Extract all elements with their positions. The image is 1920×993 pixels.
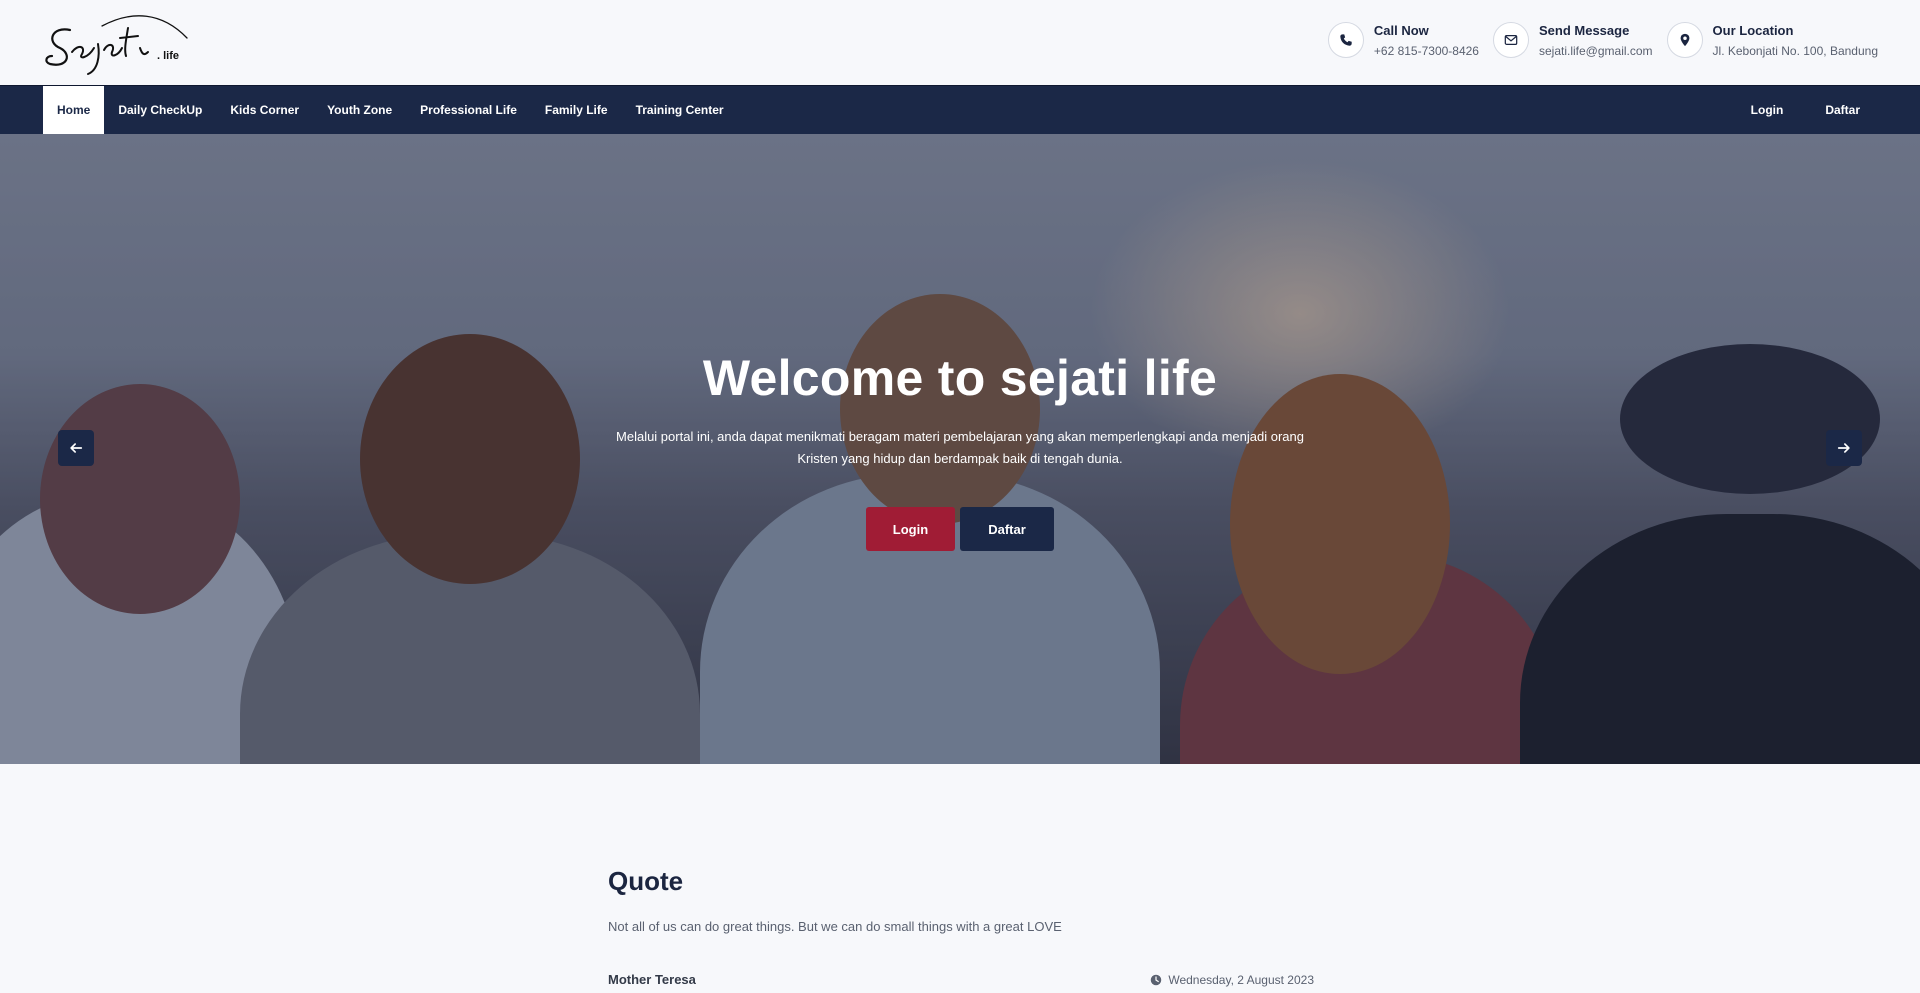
quote-heading: Quote <box>608 866 684 896</box>
hero-carousel: Welcome to sejati life Melalui portal in… <box>0 134 1920 764</box>
quote-section: Quote Not all of us can do great things.… <box>608 866 1314 987</box>
quote-text: Not all of us can do great things. But w… <box>608 919 1062 934</box>
contact-phone: +62 815-7300-8426 <box>1373 44 1479 58</box>
clock-icon <box>1151 974 1162 985</box>
nav-auth: Login Daftar <box>1733 86 1878 134</box>
hero-daftar-button[interactable]: Daftar <box>960 507 1054 551</box>
contact-call[interactable]: Call Now +62 815-7300-8426 <box>1327 22 1479 60</box>
map-pin-icon <box>1666 22 1703 58</box>
contact-title: Our Location <box>1712 23 1794 38</box>
contact-title: Send Message <box>1538 23 1630 38</box>
hero-description: Melalui portal ini, anda dapat menikmati… <box>616 429 1304 466</box>
phone-icon <box>1327 22 1364 58</box>
nav-item-home[interactable]: Home <box>43 86 105 134</box>
quote-date-text: Wednesday, 2 August 2023 <box>1168 972 1314 987</box>
nav-item-kids-corner[interactable]: Kids Corner <box>216 86 313 134</box>
quote-author: Mother Teresa <box>608 972 696 987</box>
arrow-left-icon <box>70 443 83 453</box>
quote-date: Wednesday, 2 August 2023 <box>1150 973 1314 987</box>
site-logo[interactable]: . life <box>42 8 192 78</box>
nav-item-training-center[interactable]: Training Center <box>622 86 738 134</box>
nav-item-daily-checkup[interactable]: Daily CheckUp <box>104 86 216 134</box>
contact-location[interactable]: Our Location Jl. Kebonjati No. 100, Band… <box>1666 22 1878 60</box>
contact-email: sejati.life@gmail.com <box>1538 44 1653 58</box>
nav-login-link[interactable]: Login <box>1733 86 1802 134</box>
nav-item-youth-zone[interactable]: Youth Zone <box>313 86 406 134</box>
carousel-next-button[interactable] <box>1826 430 1862 466</box>
quote-footer: Mother Teresa Wednesday, 2 August 2023 <box>608 972 1314 987</box>
hero-login-button[interactable]: Login <box>866 507 955 551</box>
logo-suffix: . life <box>157 50 180 62</box>
main-navigation: Home Daily CheckUp Kids Corner Youth Zon… <box>0 85 1920 134</box>
contact-title: Call Now <box>1373 23 1429 38</box>
contact-info: Call Now +62 815-7300-8426 Send Message … <box>1327 22 1878 60</box>
nav-menu: Home Daily CheckUp Kids Corner Youth Zon… <box>43 86 738 134</box>
nav-item-family-life[interactable]: Family Life <box>531 86 622 134</box>
nav-daftar-link[interactable]: Daftar <box>1807 86 1878 134</box>
logo-signature-icon <box>45 15 188 75</box>
contact-address: Jl. Kebonjati No. 100, Bandung <box>1712 44 1878 58</box>
envelope-icon <box>1492 22 1529 58</box>
top-header: . life Call Now +62 815-7300-8426 Send M… <box>0 0 1920 85</box>
arrow-right-icon <box>1837 443 1850 453</box>
nav-item-professional-life[interactable]: Professional Life <box>406 86 531 134</box>
hero-actions: Login Daftar <box>0 507 1920 551</box>
hero-title: Welcome to sejati life <box>702 350 1218 406</box>
contact-message[interactable]: Send Message sejati.life@gmail.com <box>1492 22 1653 60</box>
carousel-prev-button[interactable] <box>58 430 94 466</box>
